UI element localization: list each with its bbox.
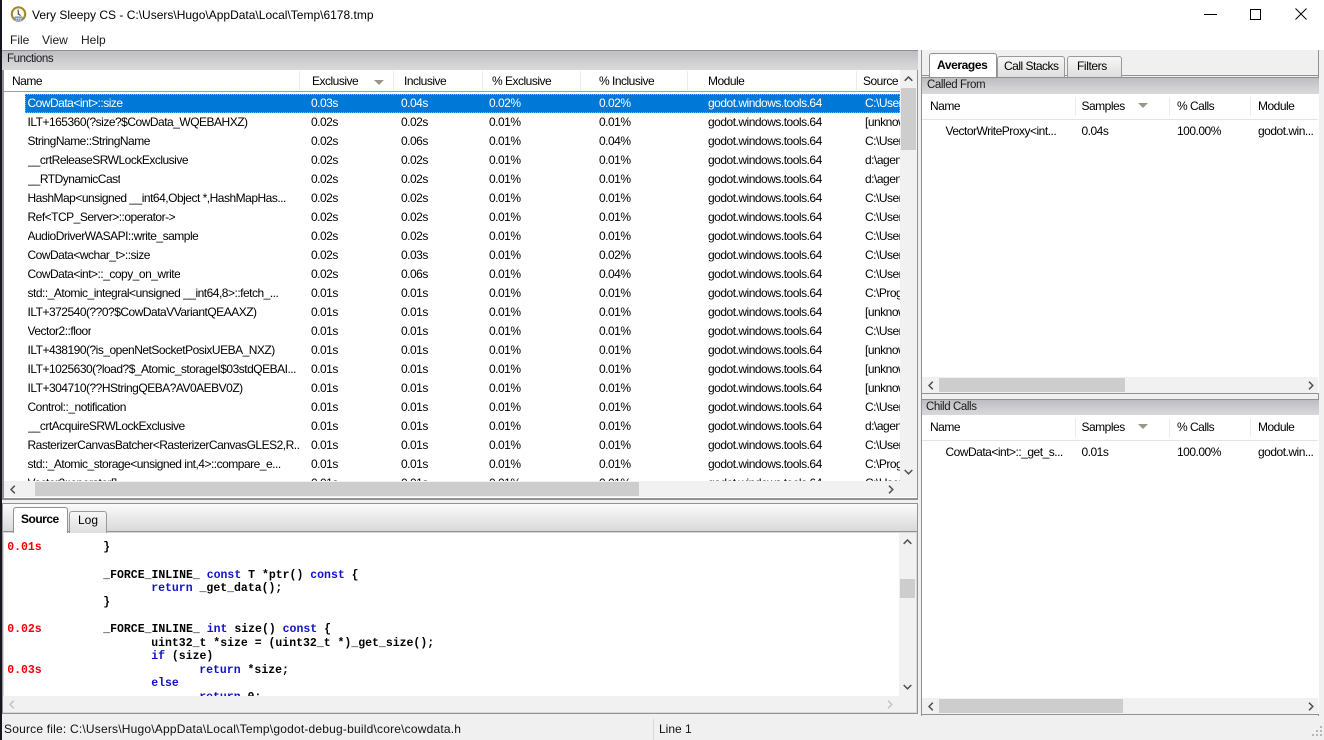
svg-text:zzz: zzz (15, 16, 23, 21)
